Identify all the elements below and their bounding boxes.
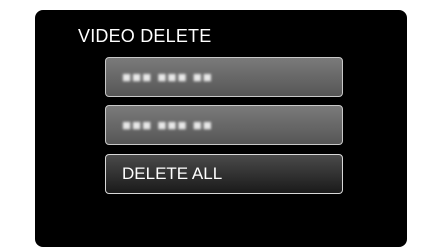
- delete-all-label: DELETE ALL: [122, 164, 223, 183]
- camera-screen: VIDEO DELETE ■■■ ■■■ ■■ ■■■ ■■■ ■■ DELET…: [35, 10, 407, 247]
- date-option-label: ■■■ ■■■ ■■: [122, 68, 213, 86]
- date-option-label: ■■■ ■■■ ■■: [122, 116, 213, 134]
- screen-title: VIDEO DELETE: [78, 26, 212, 46]
- date-option-button[interactable]: ■■■ ■■■ ■■: [105, 57, 343, 97]
- date-option-button[interactable]: ■■■ ■■■ ■■: [105, 105, 343, 145]
- delete-all-button[interactable]: DELETE ALL: [105, 154, 343, 194]
